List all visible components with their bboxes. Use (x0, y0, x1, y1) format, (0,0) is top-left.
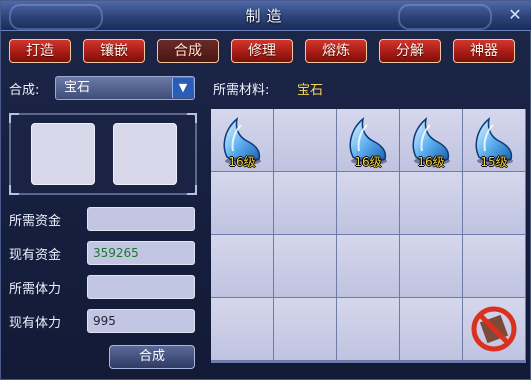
inventory-cell[interactable] (463, 235, 525, 297)
compose-button[interactable]: 合成 (109, 345, 195, 369)
required-stamina-field (87, 275, 195, 299)
gem-level-label: 16级 (354, 155, 382, 169)
tab-decompose[interactable]: 分解 (379, 39, 441, 63)
frame-corner (9, 185, 19, 195)
window-title: 制造 (245, 7, 288, 25)
tab-inlay[interactable]: 镶嵌 (83, 39, 145, 63)
tab-smelt[interactable]: 熔炼 (305, 39, 367, 63)
inventory-cell[interactable] (337, 235, 399, 297)
inventory-cell[interactable]: 16级 (400, 109, 462, 171)
materials-label: 所需材料: (213, 83, 270, 98)
gem-level-label: 16级 (417, 155, 445, 169)
required-funds-label: 所需资金 (9, 214, 62, 229)
gem-level-label: 16级 (228, 155, 256, 169)
inventory-cell[interactable] (211, 298, 273, 360)
compose-type-select[interactable]: 宝石 ▼ (55, 76, 195, 100)
inventory-cell[interactable] (337, 172, 399, 234)
tab-compose[interactable]: 合成 (157, 39, 219, 63)
inventory-cell[interactable]: 16级 (337, 109, 399, 171)
inventory-cell[interactable] (211, 235, 273, 297)
current-funds-label: 现有资金 (9, 248, 62, 263)
compose-slot-frame (9, 113, 197, 195)
chevron-down-icon[interactable]: ▼ (172, 78, 193, 98)
current-stamina-label: 现有体力 (9, 316, 62, 331)
compose-slot-1[interactable] (31, 123, 95, 185)
inventory-cell[interactable] (337, 298, 399, 360)
compose-type-value: 宝石 (64, 80, 91, 95)
inventory-cell[interactable] (274, 235, 336, 297)
required-funds-field (87, 207, 195, 231)
compose-label: 合成: (9, 83, 40, 98)
inventory-grid: 16级 16级 16级 15级 (211, 109, 526, 363)
crafting-window: 制造 ✕ 打造 镶嵌 合成 修理 熔炼 分解 神器 合成: 宝石 ▼ 所需材料:… (0, 0, 531, 380)
inventory-cell[interactable] (400, 235, 462, 297)
tab-repair[interactable]: 修理 (231, 39, 293, 63)
materials-value: 宝石 (297, 83, 324, 98)
gem-level-label: 15级 (480, 155, 508, 169)
inventory-cell[interactable] (463, 298, 525, 360)
frame-corner (9, 113, 19, 123)
inventory-cell[interactable]: 15级 (463, 109, 525, 171)
required-stamina-label: 所需体力 (9, 282, 62, 297)
compose-slot-2[interactable] (113, 123, 177, 185)
tab-artifact[interactable]: 神器 (453, 39, 515, 63)
inventory-cell[interactable] (274, 109, 336, 171)
close-icon[interactable]: ✕ (506, 6, 524, 24)
inventory-cell[interactable]: 16级 (211, 109, 273, 171)
current-funds-field: 359265 (87, 241, 195, 265)
forbidden-icon (471, 306, 517, 352)
frame-corner (187, 185, 197, 195)
tab-bar: 打造 镶嵌 合成 修理 熔炼 分解 神器 (9, 39, 525, 65)
title-bar[interactable]: 制造 ✕ (1, 1, 531, 31)
inventory-cell[interactable] (211, 172, 273, 234)
inventory-cell[interactable] (274, 172, 336, 234)
inventory-cell[interactable] (274, 298, 336, 360)
inventory-cell[interactable] (400, 298, 462, 360)
inventory-cell[interactable] (463, 172, 525, 234)
tab-forge[interactable]: 打造 (9, 39, 71, 63)
frame-corner (187, 113, 197, 123)
inventory-cell[interactable] (400, 172, 462, 234)
current-stamina-field: 995 (87, 309, 195, 333)
